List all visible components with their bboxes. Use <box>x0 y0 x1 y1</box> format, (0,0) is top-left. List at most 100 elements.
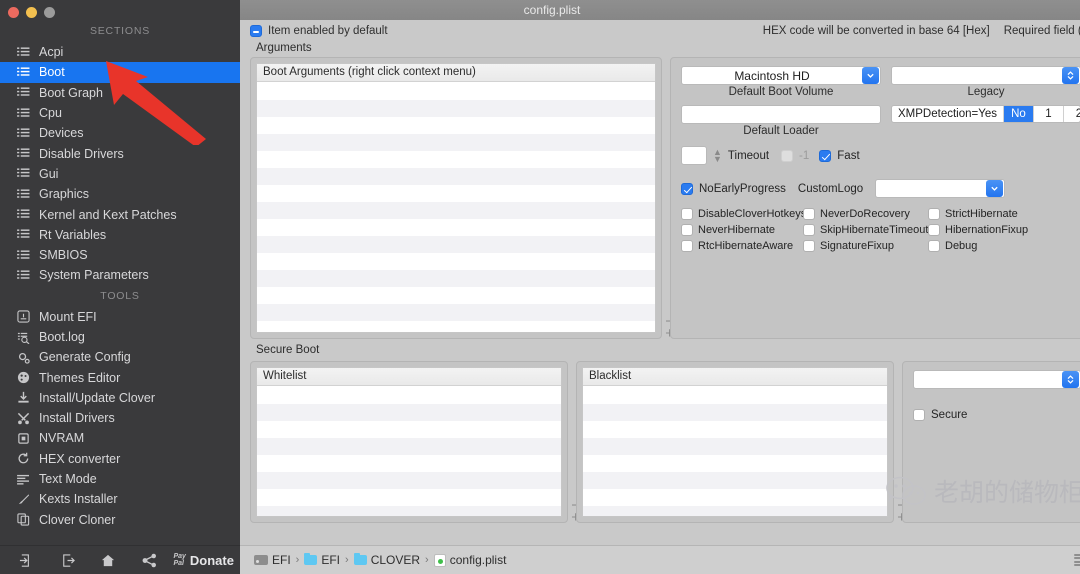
table-row[interactable] <box>257 117 655 134</box>
donate-button[interactable]: Pay Pal Donate <box>173 553 234 568</box>
table-row[interactable] <box>257 168 655 185</box>
table-row[interactable] <box>257 219 655 236</box>
chevron-down-icon[interactable] <box>986 180 1004 197</box>
blacklist-rows[interactable] <box>583 387 887 516</box>
table-row[interactable] <box>257 387 561 404</box>
table-row[interactable] <box>257 236 655 253</box>
sidebar-item-graphics[interactable]: Graphics <box>0 184 240 204</box>
table-row[interactable] <box>257 304 655 321</box>
minimize-button[interactable] <box>26 7 37 18</box>
table-row[interactable] <box>583 421 887 438</box>
xmp-detection-segmented-control[interactable]: XMPDetection=YesNo12 <box>891 105 1080 123</box>
default-boot-volume-select[interactable]: Macintosh HD <box>681 66 881 85</box>
breadcrumb-item-config-plist[interactable]: config.plist <box>433 553 506 567</box>
sidebar-item-boot-graph[interactable]: Boot Graph <box>0 83 240 103</box>
whitelist-rows[interactable] <box>257 387 561 516</box>
debug-checkbox[interactable] <box>928 240 940 252</box>
chevron-down-icon[interactable] <box>862 67 879 84</box>
table-row[interactable] <box>257 83 655 100</box>
signaturefixup-checkbox[interactable] <box>803 240 815 252</box>
table-row[interactable] <box>257 202 655 219</box>
tool-item-clover-cloner[interactable]: Clover Cloner <box>0 510 240 530</box>
skiphibernatetimeout-checkbox[interactable] <box>803 224 815 236</box>
xmp-segment-2[interactable]: 2 <box>1064 106 1080 122</box>
updown-chevron-icon[interactable] <box>1062 67 1079 84</box>
neverhibernate-checkbox[interactable] <box>681 224 693 236</box>
custom-logo-select[interactable] <box>875 179 1006 198</box>
stricthibernate-checkbox[interactable] <box>928 208 940 220</box>
item-enabled-checkbox[interactable] <box>250 24 262 37</box>
table-row[interactable] <box>257 404 561 421</box>
table-row[interactable] <box>257 438 561 455</box>
menu-hamburger-icon[interactable] <box>1074 554 1080 566</box>
table-row[interactable] <box>257 421 561 438</box>
sidebar-item-disable-drivers[interactable]: Disable Drivers <box>0 143 240 163</box>
table-row[interactable] <box>257 253 655 270</box>
breadcrumb-item-efi[interactable]: EFI <box>254 553 291 567</box>
secure-policy-select[interactable] <box>913 370 1080 389</box>
tool-item-themes-editor[interactable]: Themes Editor <box>0 367 240 387</box>
tool-item-install-drivers[interactable]: Install Drivers <box>0 408 240 428</box>
table-row[interactable] <box>257 506 561 516</box>
tool-item-text-mode[interactable]: Text Mode <box>0 469 240 489</box>
import-icon[interactable] <box>6 546 47 574</box>
sidebar-item-gui[interactable]: Gui <box>0 164 240 184</box>
boot-arguments-table[interactable]: Boot Arguments (right click context menu… <box>256 63 656 333</box>
table-row[interactable] <box>583 506 887 516</box>
updown-chevron-icon[interactable] <box>1062 371 1079 388</box>
whitelist-table[interactable]: Whitelist <box>256 367 562 517</box>
tool-item-kexts-installer[interactable]: Kexts Installer <box>0 489 240 509</box>
timeout-input[interactable] <box>681 146 707 165</box>
table-row[interactable] <box>583 489 887 506</box>
hibernationfixup-checkbox[interactable] <box>928 224 940 236</box>
table-row[interactable] <box>257 185 655 202</box>
minus-one-checkbox[interactable] <box>781 149 794 162</box>
home-icon[interactable] <box>88 546 129 574</box>
table-row[interactable] <box>257 270 655 287</box>
legacy-select[interactable] <box>891 66 1080 85</box>
sidebar-item-boot[interactable]: Boot <box>0 62 240 83</box>
sidebar-item-acpi[interactable]: Acpi <box>0 42 240 62</box>
sidebar-item-devices[interactable]: Devices <box>0 123 240 143</box>
table-row[interactable] <box>583 438 887 455</box>
sidebar-item-system-parameters[interactable]: System Parameters <box>0 265 240 285</box>
sidebar-item-cpu[interactable]: Cpu <box>0 103 240 123</box>
disablecloverhotkeys-checkbox[interactable] <box>681 208 693 220</box>
table-row[interactable] <box>257 134 655 151</box>
table-row[interactable] <box>257 287 655 304</box>
tool-item-generate-config[interactable]: Generate Config <box>0 347 240 367</box>
table-row[interactable] <box>583 404 887 421</box>
table-row[interactable] <box>583 455 887 472</box>
neverdorecovery-checkbox[interactable] <box>803 208 815 220</box>
breadcrumb-item-efi[interactable]: EFI <box>304 552 340 567</box>
sidebar-item-rt-variables[interactable]: Rt Variables <box>0 225 240 245</box>
table-row[interactable] <box>257 489 561 506</box>
table-row[interactable] <box>257 151 655 168</box>
blacklist-table[interactable]: Blacklist <box>582 367 888 517</box>
fast-checkbox[interactable] <box>819 149 832 162</box>
xmp-segment-xmpdetection-yes[interactable]: XMPDetection=Yes <box>892 106 1004 122</box>
export-icon[interactable] <box>47 546 88 574</box>
secure-checkbox[interactable] <box>913 409 925 421</box>
breadcrumb-item-clover[interactable]: CLOVER <box>353 552 420 567</box>
xmp-segment-1[interactable]: 1 <box>1034 106 1064 122</box>
sidebar-list[interactable]: SECTIONS Acpi Boot Boot Graph Cpu Devices Dis… <box>0 20 240 545</box>
no-early-progress-checkbox[interactable] <box>681 182 693 195</box>
rtchibernateaware-checkbox[interactable] <box>681 240 693 252</box>
xmp-segment-no[interactable]: No <box>1003 106 1034 122</box>
share-icon[interactable] <box>129 546 170 574</box>
tool-item-nvram[interactable]: NVRAM <box>0 428 240 448</box>
table-row[interactable] <box>583 387 887 404</box>
tool-item-hex-converter[interactable]: HEX converter <box>0 449 240 469</box>
tool-item-install-update-clover[interactable]: Install/Update Clover <box>0 388 240 408</box>
stepper-down-icon[interactable]: ▼ <box>713 154 722 163</box>
sidebar-item-smbios[interactable]: SMBIOS <box>0 245 240 265</box>
table-row[interactable] <box>583 472 887 489</box>
table-row[interactable] <box>257 100 655 117</box>
close-button[interactable] <box>8 7 19 18</box>
tool-item-mount-efi[interactable]: Mount EFI <box>0 307 240 327</box>
table-row[interactable] <box>257 321 655 332</box>
sidebar-item-kernel-and-kext-patches[interactable]: Kernel and Kext Patches <box>0 204 240 224</box>
default-loader-input[interactable] <box>681 105 881 124</box>
boot-arguments-rows[interactable] <box>257 83 655 332</box>
